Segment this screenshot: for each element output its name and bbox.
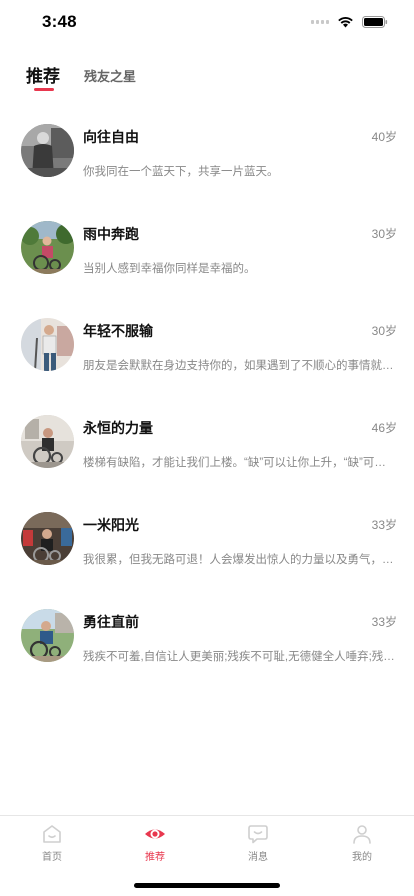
- status-time: 3:48: [42, 12, 77, 31]
- status-bar: 3:48: [0, 0, 414, 46]
- item-desc: 朋友是会默默在身边支持你的，如果遇到了不顺心的事情就找朋友倾诉吧。: [83, 360, 397, 372]
- list-item[interactable]: 雨中奔跑 30岁 当别人感到幸福你同样是幸福的。: [0, 215, 414, 312]
- tabbar-item-home[interactable]: 首页: [22, 823, 82, 863]
- wheelchair-group-photo: [21, 512, 74, 565]
- item-desc: 残疾不可羞,自信让人更美丽;残疾不可耻,无德健全人唾弃;残疾不可怕。: [83, 651, 397, 663]
- item-age: 33岁: [371, 615, 397, 629]
- item-age: 46岁: [371, 421, 397, 435]
- list-item[interactable]: 勇往直前 33岁 残疾不可羞,自信让人更美丽;残疾不可耻,无德健全人唾弃;残疾不…: [0, 603, 414, 700]
- list-item[interactable]: 向往自由 40岁 你我同在一个蓝天下，共享一片蓝天。: [0, 118, 414, 215]
- avatar: [21, 221, 74, 274]
- tabbar-label-home: 首页: [42, 852, 62, 863]
- battery-icon: [362, 16, 388, 28]
- avatar: [21, 124, 74, 177]
- cellular-signal-icon: [311, 20, 329, 24]
- avatar: [21, 415, 74, 468]
- active-tab-indicator: [34, 88, 54, 91]
- wifi-icon: [338, 17, 353, 28]
- item-name: 永恒的力量: [83, 420, 153, 436]
- wheelchair-street-photo: [21, 609, 74, 662]
- tabbar-label-messages: 消息: [248, 852, 268, 863]
- tabbar-item-messages[interactable]: 消息: [228, 823, 288, 863]
- person-crutch-photo: [21, 318, 74, 371]
- item-name: 勇往直前: [83, 614, 139, 630]
- item-desc: 楼梯有缺陷，才能让我们上楼。“缺”可以让你上升，“缺”可以让你进步。: [83, 457, 397, 469]
- item-desc: 当别人感到幸福你同样是幸福的。: [83, 263, 256, 275]
- list-item[interactable]: 永恒的力量 46岁 楼梯有缺陷，才能让我们上楼。“缺”可以让你上升，“缺”可以让…: [0, 409, 414, 506]
- item-name: 年轻不服输: [83, 323, 153, 339]
- home-icon: [43, 825, 61, 843]
- top-tabs: 推荐 残友之星: [26, 62, 136, 91]
- item-name: 向往自由: [83, 129, 139, 145]
- item-age: 33岁: [371, 518, 397, 532]
- message-icon: [248, 825, 268, 844]
- item-name: 雨中奔跑: [83, 226, 139, 242]
- item-age: 30岁: [371, 227, 397, 241]
- avatar: [21, 609, 74, 662]
- tabbar-item-profile[interactable]: 我的: [332, 823, 392, 863]
- avatar: [21, 512, 74, 565]
- wheelchair-outdoor-photo: [21, 221, 74, 274]
- list-item[interactable]: 年轻不服输 30岁 朋友是会默默在身边支持你的，如果遇到了不顺心的事情就找朋友倾…: [0, 312, 414, 409]
- person-list: 向往自由 40岁 你我同在一个蓝天下，共享一片蓝天。 雨中奔跑 30岁 当别人感…: [0, 118, 414, 700]
- person-standing-photo: [21, 124, 74, 177]
- item-desc: 你我同在一个蓝天下，共享一片蓝天。: [83, 166, 279, 178]
- tab-recommend[interactable]: 推荐: [26, 62, 60, 91]
- tab-recommend-label: 推荐: [26, 67, 60, 86]
- item-age: 30岁: [371, 324, 397, 338]
- user-icon: [353, 825, 371, 844]
- tab-stars-label: 残友之星: [84, 69, 137, 84]
- eye-icon: [145, 829, 165, 839]
- item-name: 一米阳光: [83, 517, 139, 533]
- avatar: [21, 318, 74, 371]
- list-item[interactable]: 一米阳光 33岁 我很累，但我无路可退！人会爆发出惊人的力量以及勇气，去战胜困难…: [0, 506, 414, 603]
- tabbar-label-recommend: 推荐: [145, 852, 165, 863]
- tab-stars[interactable]: 残友之星: [84, 66, 136, 87]
- wheelchair-indoor-photo: [21, 415, 74, 468]
- item-desc: 我很累，但我无路可退！人会爆发出惊人的力量以及勇气，去战胜困难。: [83, 554, 397, 566]
- item-age: 40岁: [371, 130, 397, 144]
- status-icons: [311, 16, 388, 28]
- tabbar-item-recommend[interactable]: 推荐: [125, 823, 185, 863]
- home-indicator: [134, 883, 280, 888]
- tabbar-label-profile: 我的: [352, 852, 372, 863]
